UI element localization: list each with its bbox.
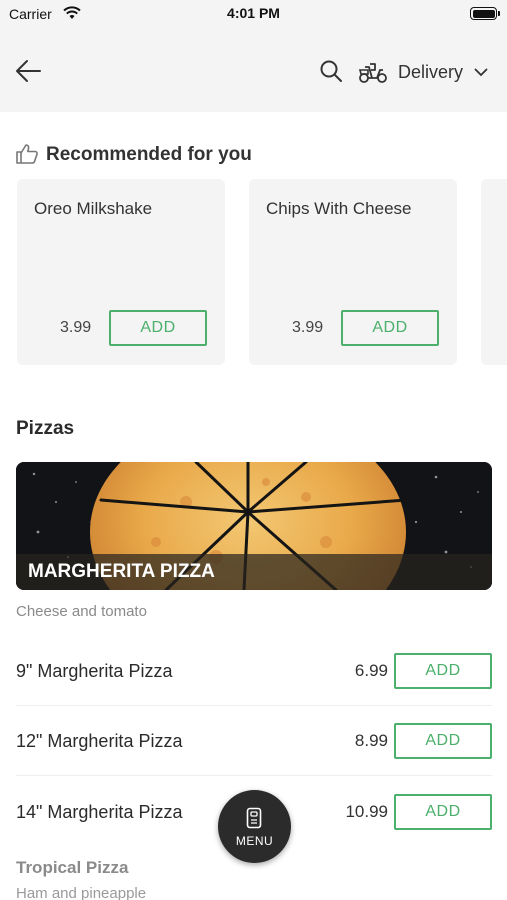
next-item-title: Tropical Pizza <box>16 858 129 877</box>
add-button[interactable]: ADD <box>109 310 207 346</box>
recommended-card[interactable]: Oreo Milkshake 3.99 ADD <box>17 179 225 365</box>
delivery-label: Delivery <box>398 62 464 82</box>
clock: 4:01 PM <box>227 5 280 21</box>
recommended-item-name: Chips With Cheese <box>266 199 412 218</box>
recommended-title: Recommended for you <box>46 144 252 165</box>
item-price: 6.99 <box>354 661 388 680</box>
thumbs-up-icon <box>16 144 38 164</box>
menu-label: MENU <box>235 834 274 848</box>
add-button[interactable]: ADD <box>394 794 492 830</box>
add-button[interactable]: ADD <box>394 653 492 689</box>
item-name: 12" Margherita Pizza <box>16 731 183 751</box>
recommended-card[interactable]: Chips With Cheese 3.99 ADD <box>249 179 457 365</box>
item-name: 14" Margherita Pizza <box>16 802 183 822</box>
recommended-card-peek[interactable] <box>481 179 507 365</box>
item-name: 9" Margherita Pizza <box>16 661 173 681</box>
item-price: 8.99 <box>354 731 388 750</box>
arrow-left-icon[interactable] <box>14 58 42 84</box>
recommended-item-price: 3.99 <box>292 319 324 336</box>
banner-description: Cheese and tomato <box>16 603 147 620</box>
status-bar: Carrier 4:01 PM <box>0 0 507 30</box>
battery-icon <box>470 7 500 20</box>
chevron-down-icon <box>474 68 488 77</box>
recommended-item-price: 3.99 <box>60 319 92 336</box>
add-button[interactable]: ADD <box>341 310 439 346</box>
scooter-icon <box>358 63 387 83</box>
section-title-pizzas: Pizzas <box>16 418 75 439</box>
pizza-banner[interactable]: MARGHERITA PIZZA <box>16 462 492 590</box>
add-button[interactable]: ADD <box>394 723 492 759</box>
recommended-item-name: Oreo Milkshake <box>34 199 153 218</box>
item-price: 10.99 <box>345 802 388 821</box>
top-bar: Delivery <box>0 30 507 112</box>
menu-button[interactable]: MENU <box>218 790 291 863</box>
menu-card-icon <box>246 807 262 829</box>
banner-title: MARGHERITA PIZZA <box>28 561 215 582</box>
menu-item-row[interactable]: 12" Margherita Pizza 8.99 ADD <box>16 706 492 776</box>
menu-item-row[interactable]: 9" Margherita Pizza 6.99 ADD <box>16 636 492 706</box>
next-item-description: Ham and pineapple <box>16 885 147 900</box>
search-icon[interactable] <box>319 59 343 83</box>
